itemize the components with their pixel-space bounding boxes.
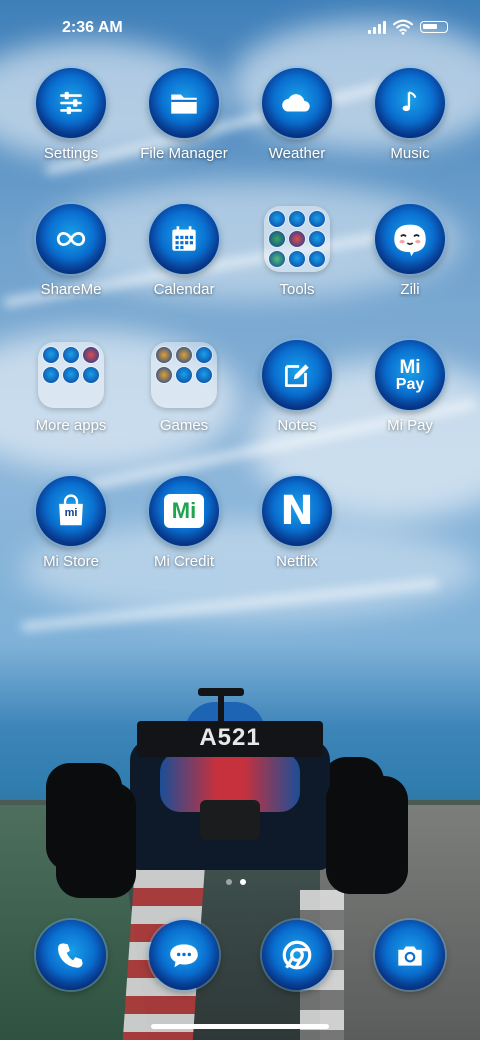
folder-grid-icon	[38, 342, 104, 408]
folder-grid-icon	[151, 342, 217, 408]
netflix-icon: N	[262, 476, 332, 546]
app-zili[interactable]: Zili	[354, 204, 466, 324]
mi-store-glyph: mi	[64, 507, 78, 519]
weather-icon	[262, 68, 332, 138]
app-weather[interactable]: Weather	[241, 68, 353, 188]
app-label: ShareMe	[40, 281, 102, 298]
clock: 2:36 AM	[62, 19, 123, 36]
battery-icon	[420, 21, 448, 33]
app-label: Games	[159, 417, 209, 434]
dock-camera[interactable]	[354, 920, 466, 992]
app-shareme[interactable]: ShareMe	[15, 204, 127, 324]
dock-chrome[interactable]	[241, 920, 353, 992]
folder-tools[interactable]: Tools	[241, 204, 353, 324]
mi-pay-icon: Mi Pay	[375, 340, 445, 410]
app-label: Notes	[277, 417, 317, 434]
app-settings[interactable]: Settings	[15, 68, 127, 188]
shareme-icon	[36, 204, 106, 274]
folder-icon	[149, 68, 219, 138]
app-file-manager[interactable]: File Manager	[128, 68, 240, 188]
calendar-icon	[149, 204, 219, 274]
music-note-icon	[375, 68, 445, 138]
folder-games[interactable]: Games	[128, 340, 240, 460]
mi-credit-glyph: Mi	[171, 498, 197, 523]
status-bar: 2:36 AM	[0, 0, 480, 56]
shopping-bag-icon: mi	[36, 476, 106, 546]
app-label: Zili	[400, 281, 420, 298]
wifi-icon	[393, 19, 413, 35]
app-label: Mi Pay	[387, 417, 433, 434]
app-label: Weather	[268, 145, 326, 162]
app-label: Calendar	[153, 281, 215, 298]
app-mi-credit[interactable]: Mi Mi Credit	[128, 476, 240, 596]
folder-grid-icon	[264, 206, 330, 272]
settings-icon	[36, 68, 106, 138]
app-label: File Manager	[140, 145, 228, 162]
dock-messages[interactable]	[128, 920, 240, 992]
app-label: Tools	[279, 281, 315, 298]
notes-icon	[262, 340, 332, 410]
dock-phone[interactable]	[15, 920, 127, 992]
mi-pay-glyph-top: Mi	[399, 356, 421, 378]
app-mi-store[interactable]: mi Mi Store	[15, 476, 127, 596]
app-label: Settings	[43, 145, 99, 162]
app-label: Mi Store	[43, 553, 99, 570]
app-label: Mi Credit	[153, 553, 214, 570]
home-gesture-bar[interactable]	[151, 1024, 329, 1029]
page-dot-active	[240, 879, 246, 885]
app-label: Music	[390, 145, 430, 162]
app-netflix[interactable]: N Netflix	[241, 476, 353, 596]
page-indicator	[226, 879, 246, 885]
mi-pay-glyph-bottom: Pay	[395, 375, 425, 393]
camera-icon	[375, 920, 445, 990]
phone-icon	[36, 920, 106, 990]
mi-credit-icon: Mi	[149, 476, 219, 546]
app-label: Netflix	[276, 553, 318, 570]
app-music[interactable]: Music	[354, 68, 466, 188]
chrome-icon	[262, 920, 332, 990]
app-calendar[interactable]: Calendar	[128, 204, 240, 324]
netflix-glyph: N	[280, 488, 314, 534]
folder-more-apps[interactable]: More apps	[15, 340, 127, 460]
page-dot	[226, 879, 232, 885]
messages-icon	[149, 920, 219, 990]
car-number: A521	[199, 724, 261, 751]
app-mi-pay[interactable]: Mi Pay Mi Pay	[354, 340, 466, 460]
app-label: More apps	[35, 417, 107, 434]
signal-icon	[368, 20, 388, 34]
app-notes[interactable]: Notes	[241, 340, 353, 460]
zili-face-icon	[375, 204, 445, 274]
